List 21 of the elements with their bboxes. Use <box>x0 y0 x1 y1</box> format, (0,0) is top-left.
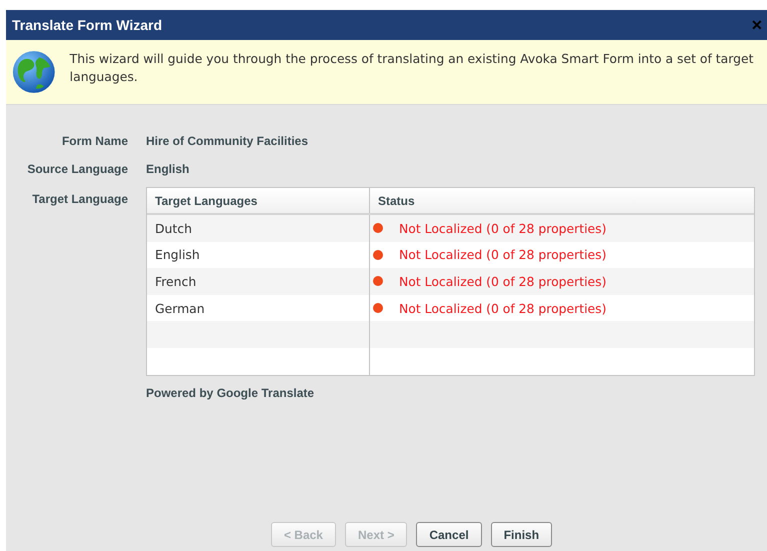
table-cell-text: French <box>154 272 198 291</box>
wizard-button[interactable]: Finish <box>490 522 552 547</box>
table-cell-text: Dutch <box>154 220 193 238</box>
powered-by-text: Powered by Google Translate <box>146 386 316 400</box>
status-text: Not Localized (0 of 28 properties) <box>399 247 606 262</box>
column-header[interactable]: Status <box>369 188 754 213</box>
field-label: Form Name <box>60 134 128 148</box>
field-value: English <box>146 162 190 176</box>
table-cell-text: German <box>154 300 206 318</box>
table-cell-text: English <box>154 246 201 264</box>
status-text: Not Localized (0 of 28 properties) <box>399 220 606 236</box>
globe-icon <box>12 48 56 96</box>
field-label: Source Language <box>26 162 128 176</box>
field-label: Target Language <box>31 192 128 206</box>
field-value: Hire of Community Facilities <box>146 134 308 148</box>
banner-text: This wizard will guide you through the process of translating an existing Avoka Smart Form into a set of target languages. <box>70 50 754 86</box>
window-title: Translate Form Wizard <box>12 17 162 33</box>
wizard-button[interactable]: Cancel <box>416 522 482 547</box>
column-header[interactable]: Target Languages <box>147 188 369 213</box>
status-text: Not Localized (0 of 28 properties) <box>399 300 606 316</box>
status-text: Not Localized (0 of 28 properties) <box>399 274 606 289</box>
